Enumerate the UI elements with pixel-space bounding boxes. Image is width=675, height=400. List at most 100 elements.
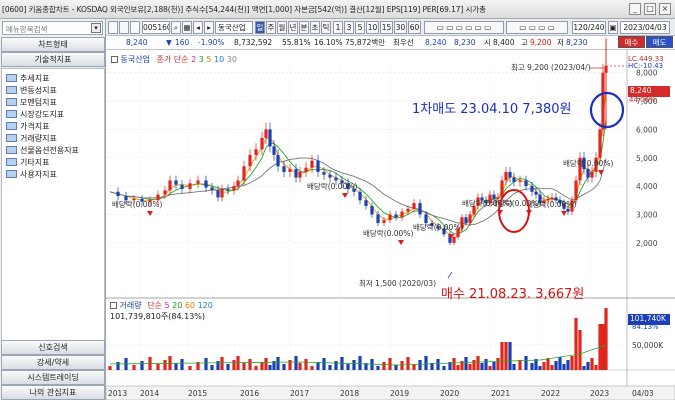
candle-body	[594, 157, 598, 172]
candle-body	[480, 197, 484, 201]
volume-bar	[492, 362, 496, 370]
stock-list-icon[interactable]: ▦	[182, 21, 192, 34]
volume-bar	[232, 360, 236, 370]
interval-5-button[interactable]: 5	[355, 21, 365, 34]
period-tick-button[interactable]: 틱	[321, 21, 331, 34]
volume-ma-line	[109, 344, 607, 366]
volume-bar	[464, 357, 468, 370]
strength-weakness-button[interactable]: 강세/약세	[1, 355, 105, 370]
candle-body	[370, 205, 374, 215]
toolbar-options-strip[interactable]: ▭ ▭ ▭ ▭	[506, 21, 568, 34]
candle-body	[570, 200, 574, 212]
candle-body	[472, 205, 476, 215]
volume-bar	[562, 364, 566, 370]
toolbar-icon-1[interactable]	[108, 21, 118, 34]
volume-bar	[534, 359, 538, 370]
period-yearly-button[interactable]: 년	[288, 21, 298, 34]
menu-search-input[interactable]: 메뉴항목검색 ▾	[2, 21, 103, 35]
candle-body	[132, 198, 136, 201]
tab-technical-indicators[interactable]: 기술적지표	[1, 52, 105, 67]
tree-item-user[interactable]: 사용자지표	[6, 169, 57, 181]
volume-bar	[586, 362, 590, 370]
minimize-icon[interactable]: _	[629, 3, 641, 15]
interval-60-button[interactable]: 60	[408, 21, 421, 34]
volume-bar	[132, 365, 136, 370]
interval-30-button[interactable]: 30	[394, 21, 407, 34]
tree-item-price[interactable]: 가격지표	[6, 121, 49, 133]
candle-body	[452, 237, 456, 243]
y-tick-label: 5,000	[636, 154, 658, 163]
system-trading-button[interactable]: 시스템트레이딩	[1, 370, 105, 385]
tree-item-momentum[interactable]: 모멘텀지표	[6, 97, 57, 109]
legend-toggle-icon[interactable]	[110, 302, 117, 309]
search-placeholder: 메뉴항목검색	[6, 25, 48, 34]
volume-bar	[442, 366, 446, 370]
candle-body	[598, 129, 602, 158]
candle-body	[562, 203, 566, 209]
tree-item-other[interactable]: 기타지표	[6, 157, 49, 169]
toolbar-icon-3[interactable]	[130, 21, 140, 34]
toolbar-tools-strip[interactable]: ▭ ▭ ▭ ▭ ▭ ▭	[424, 21, 504, 34]
stock-name-field[interactable]: 동국산업	[215, 21, 253, 34]
toolbar-icon-2[interactable]	[119, 21, 129, 34]
volume-bar	[168, 356, 172, 370]
y-tick-label: 6,000	[636, 125, 658, 134]
chart-legend: 동국산업 종가 단순 2 3 5 10 30	[111, 54, 237, 65]
trade-volume: 8,732,592	[234, 38, 273, 47]
candle-body	[364, 200, 368, 206]
period-weekly-button[interactable]: 주	[266, 21, 276, 34]
volume-bar	[260, 362, 264, 370]
zoom-icon[interactable]: ▣	[608, 21, 618, 34]
volume-bar	[570, 356, 574, 370]
volume-bar	[282, 364, 286, 370]
tree-item-trend[interactable]: 추세지표	[6, 73, 49, 85]
volume-bar	[590, 358, 594, 370]
tree-item-volume[interactable]: 거래량지표	[6, 133, 57, 145]
search-icon[interactable]: ⌕	[171, 21, 181, 34]
candle-body	[534, 191, 538, 195]
ratio-value: 16.10%	[314, 38, 343, 47]
interval-15-button[interactable]: 15	[380, 21, 393, 34]
close-icon[interactable]: ×	[659, 3, 671, 15]
view-count-field[interactable]: 120/240	[572, 21, 606, 34]
candle-body	[310, 160, 314, 168]
legend-toggle-icon[interactable]	[111, 56, 118, 63]
tree-item-volatility[interactable]: 변동성지표	[6, 85, 57, 97]
volume-legend: 거래량 단순 5 20 60 120 101,739,810주(84.13%)	[110, 300, 213, 322]
period-minute-button[interactable]: 분	[299, 21, 309, 34]
candle-body	[236, 180, 240, 187]
date-input[interactable]: 2023/04/03	[620, 21, 670, 34]
stock-code-input[interactable]: 005160	[142, 21, 170, 34]
interval-10-button[interactable]: 10	[366, 21, 379, 34]
period-monthly-button[interactable]: 월	[277, 21, 287, 34]
tab-chart-type[interactable]: 차트형태	[1, 37, 105, 52]
dividend-label: 배당락(0.00%)	[491, 198, 541, 208]
prev-stock-icon[interactable]: ◂	[193, 21, 203, 34]
tree-item-futures-options[interactable]: 선물옵션전용지표	[6, 145, 79, 157]
period-second-button[interactable]: 초	[310, 21, 320, 34]
candle-body	[436, 225, 440, 229]
buy-button[interactable]: 매수	[618, 36, 645, 48]
x-tick-label: 2023	[590, 389, 609, 398]
best-bid: 8,230	[454, 38, 476, 47]
volume-bar	[334, 361, 338, 370]
volume-bar	[582, 366, 586, 370]
period-daily-button[interactable]: 일	[255, 21, 265, 34]
candle-body	[400, 211, 404, 218]
signal-search-button[interactable]: 신호검색	[1, 340, 105, 355]
folder-icon	[6, 158, 17, 166]
maximize-icon[interactable]: □	[644, 3, 656, 15]
candle-body	[254, 149, 258, 155]
next-stock-icon[interactable]: ▸	[204, 21, 214, 34]
my-indicators-button[interactable]: 나의 관심지표	[1, 385, 105, 400]
interval-3-button[interactable]: 3	[344, 21, 354, 34]
x-tick-label: 2022	[541, 389, 560, 398]
volume-bar	[328, 365, 332, 370]
search-dropdown-icon[interactable]: ▾	[91, 23, 101, 33]
x-tick-label: 2018	[340, 389, 359, 398]
volume-bar	[304, 359, 308, 370]
tree-item-market-strength[interactable]: 시장강도지표	[6, 109, 64, 121]
sell-button[interactable]: 매도	[646, 36, 673, 48]
candle-body	[442, 228, 446, 235]
interval-1-button[interactable]: 1	[333, 21, 343, 34]
